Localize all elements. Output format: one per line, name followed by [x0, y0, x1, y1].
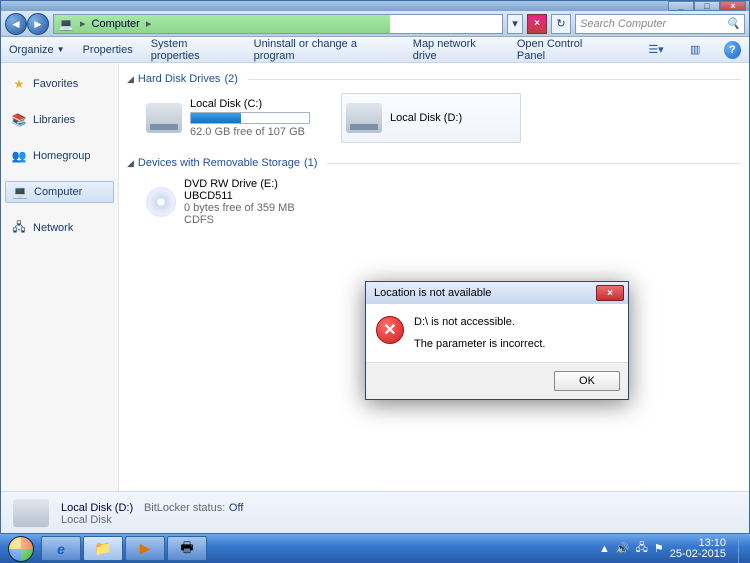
breadcrumb-computer[interactable]: Computer: [92, 18, 140, 30]
sidebar-item-favorites[interactable]: ★Favorites: [1, 73, 118, 95]
homegroup-icon: 👥: [11, 149, 27, 163]
sidebar-item-libraries[interactable]: 📚Libraries: [1, 109, 118, 131]
control-panel-button[interactable]: Open Control Panel: [517, 38, 610, 62]
search-icon: 🔍: [726, 17, 740, 30]
sidebar-item-homegroup[interactable]: 👥Homegroup: [1, 145, 118, 167]
uninstall-button[interactable]: Uninstall or change a program: [254, 38, 395, 62]
minimize-button[interactable]: _: [668, 1, 694, 11]
titlebar: _ □ ×: [1, 1, 749, 11]
error-dialog: Location is not available × ✕ D:\ is not…: [365, 281, 629, 405]
search-input[interactable]: Search Computer 🔍: [575, 14, 745, 34]
ok-button[interactable]: OK: [554, 371, 620, 391]
group-removable-storage[interactable]: ◢ Devices with Removable Storage (1): [127, 153, 741, 173]
toolbar: Organize▼ Properties System properties U…: [1, 37, 749, 63]
tray-volume-icon[interactable]: 🔊: [616, 542, 630, 555]
dvd-icon: [146, 187, 176, 217]
drive-c-label: Local Disk (C:): [190, 98, 316, 110]
drive-c-free: 62.0 GB free of 107 GB: [190, 126, 316, 138]
taskbar: e 📁 ▶ 🖶 ▲ 🔊 🖧 ⚑ 13:10 25-02-2015: [0, 534, 750, 563]
taskbar-media-player[interactable]: ▶: [125, 536, 165, 561]
back-button[interactable]: ◄: [5, 13, 27, 35]
group-hard-disk-drives[interactable]: ◢ Hard Disk Drives (2): [127, 69, 741, 89]
drive-d[interactable]: Local Disk (D:): [341, 93, 521, 143]
collapse-icon: ◢: [127, 74, 134, 85]
drive-dvd[interactable]: DVD RW Drive (E:) UBCD511 0 bytes free o…: [141, 177, 321, 227]
collapse-icon: ◢: [127, 158, 134, 169]
tray-action-center-icon[interactable]: ⚑: [654, 542, 664, 555]
system-properties-button[interactable]: System properties: [151, 38, 236, 62]
dialog-message-1: D:\ is not accessible.: [414, 316, 545, 328]
content-pane: ◢ Hard Disk Drives (2) Local Disk (C:) 6…: [119, 63, 749, 491]
map-drive-button[interactable]: Map network drive: [413, 38, 499, 62]
dialog-message-2: The parameter is incorrect.: [414, 338, 545, 350]
maximize-button[interactable]: □: [694, 1, 720, 11]
breadcrumb-sep: ▸: [80, 17, 86, 30]
network-icon: 🖧: [11, 221, 27, 235]
details-pane: Local Disk (D:) BitLocker status: Off Lo…: [1, 491, 749, 533]
forward-button[interactable]: ►: [27, 13, 49, 35]
star-icon: ★: [11, 77, 27, 91]
stop-button[interactable]: ×: [527, 14, 547, 34]
refresh-button[interactable]: ↻: [551, 14, 571, 34]
show-desktop-button[interactable]: [738, 534, 746, 563]
status-title: Local Disk (D:): [61, 502, 133, 514]
sidebar-item-network[interactable]: 🖧Network: [1, 217, 118, 239]
nav-pane: ★Favorites 📚Libraries 👥Homegroup 💻Comput…: [1, 63, 119, 491]
view-menu[interactable]: ☰▾: [645, 40, 666, 60]
preview-pane-toggle[interactable]: ▥: [685, 40, 706, 60]
system-tray: ▲ 🔊 🖧 ⚑ 13:10 25-02-2015: [599, 534, 748, 563]
status-type: Local Disk: [61, 514, 243, 526]
taskbar-ie[interactable]: e: [41, 536, 81, 561]
tray-clock[interactable]: 13:10 25-02-2015: [670, 538, 732, 560]
windows-orb-icon: [8, 536, 34, 562]
tray-time: 13:10: [670, 538, 726, 549]
tray-show-hidden[interactable]: ▲: [599, 543, 610, 555]
properties-button[interactable]: Properties: [83, 44, 133, 56]
address-dropdown[interactable]: ▾: [507, 14, 523, 34]
bitlocker-label: BitLocker status:: [144, 502, 225, 514]
computer-icon: 💻: [58, 17, 74, 31]
sidebar-item-computer[interactable]: 💻Computer: [5, 181, 114, 203]
explorer-window: _ □ × ◄ ► 💻 ▸ Computer ▸ ▾ × ↻ Search Co…: [0, 0, 750, 534]
tray-network-icon[interactable]: 🖧: [636, 539, 648, 558]
organize-menu[interactable]: Organize▼: [9, 44, 65, 56]
computer-icon: 💻: [12, 185, 28, 199]
taskbar-explorer[interactable]: 📁: [83, 536, 123, 561]
drive-dvd-label: DVD RW Drive (E:) UBCD511: [184, 178, 316, 202]
close-button[interactable]: ×: [720, 1, 746, 11]
drive-c-capacity: [190, 112, 310, 124]
error-icon: ✕: [376, 316, 404, 344]
tray-date: 25-02-2015: [670, 549, 726, 560]
search-placeholder: Search Computer: [580, 18, 666, 30]
drive-c[interactable]: Local Disk (C:) 62.0 GB free of 107 GB: [141, 93, 321, 143]
breadcrumb-sep-2: ▸: [146, 17, 152, 30]
drive-dvd-free: 0 bytes free of 359 MB: [184, 202, 316, 214]
start-button[interactable]: [2, 534, 40, 563]
bitlocker-value: Off: [229, 502, 243, 514]
hdd-icon: [13, 499, 49, 527]
dialog-title: Location is not available: [374, 287, 491, 299]
taskbar-app[interactable]: 🖶: [167, 536, 207, 561]
help-button[interactable]: ?: [724, 41, 741, 59]
hdd-icon: [346, 103, 382, 133]
drive-d-label: Local Disk (D:): [390, 112, 516, 124]
dialog-titlebar[interactable]: Location is not available ×: [366, 282, 628, 304]
hdd-icon: [146, 103, 182, 133]
address-bar[interactable]: 💻 ▸ Computer ▸: [53, 14, 503, 34]
dialog-close-button[interactable]: ×: [596, 285, 624, 301]
drive-dvd-fs: CDFS: [184, 214, 316, 226]
libraries-icon: 📚: [11, 113, 27, 127]
nav-bar: ◄ ► 💻 ▸ Computer ▸ ▾ × ↻ Search Computer…: [1, 11, 749, 37]
